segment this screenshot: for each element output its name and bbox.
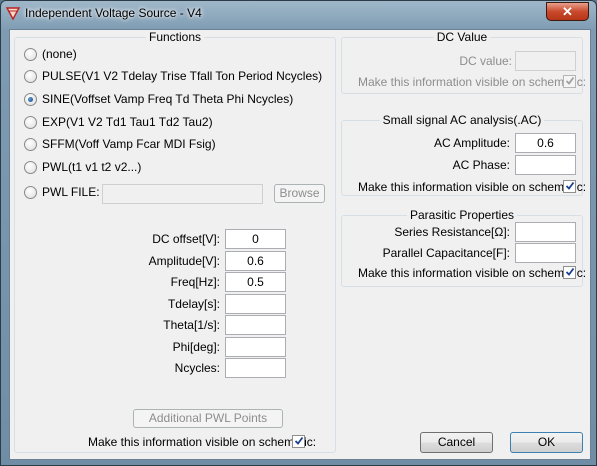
dc-visible-checkbox[interactable] — [563, 75, 576, 88]
radio-label: (none) — [42, 47, 77, 61]
title-bar[interactable]: Independent Voltage Source - V4 ✕ — [1, 1, 596, 27]
series-resistance-input[interactable] — [515, 222, 576, 242]
radio-label: PULSE(V1 V2 Tdelay Trise Tfall Ton Perio… — [42, 69, 323, 83]
parasitic-visible-checkbox[interactable] — [563, 266, 576, 279]
ac-visible-label: Make this information visible on schemat… — [358, 180, 587, 194]
radio-button[interactable] — [24, 69, 37, 83]
param-label: Ncycles: — [174, 361, 220, 375]
parallel-capacitance-input[interactable] — [515, 243, 576, 263]
radio-button[interactable] — [24, 47, 37, 61]
radio-option[interactable]: PULSE(V1 V2 Tdelay Trise Tfall Ton Perio… — [24, 67, 322, 85]
browse-button[interactable]: Browse — [274, 184, 325, 203]
radio-label: PWL(t1 v1 t2 v2...) — [42, 160, 142, 174]
dc-value-label: DC value: — [459, 54, 512, 68]
ac-visible-checkbox[interactable] — [563, 180, 576, 193]
radio-option[interactable]: EXP(V1 V2 Td1 Tau1 Td2 Tau2) — [24, 113, 213, 131]
ac-legend: Small signal AC analysis(.AC) — [379, 113, 545, 127]
checkmark-icon — [565, 76, 575, 85]
radio-label: EXP(V1 V2 Td1 Tau1 Td2 Tau2) — [42, 115, 213, 129]
checkmark-icon — [294, 436, 304, 445]
parasitic-visible-label: Make this information visible on schemat… — [358, 266, 587, 280]
param-input[interactable] — [225, 294, 286, 314]
cancel-button[interactable]: Cancel — [420, 432, 493, 453]
app-logo-icon — [5, 7, 21, 21]
parasitic-legend: Parasitic Properties — [406, 208, 518, 222]
radio-label: PWL FILE: — [42, 185, 100, 199]
checkmark-icon — [565, 181, 575, 190]
pwl-file-input[interactable] — [102, 184, 263, 204]
param-input[interactable]: 0.5 — [225, 272, 286, 292]
param-input[interactable] — [225, 337, 286, 357]
radio-option[interactable]: PWL FILE: — [24, 183, 100, 201]
ac-phase-label: AC Phase: — [452, 158, 510, 172]
param-label: Tdelay[s]: — [167, 297, 220, 311]
radio-button[interactable] — [24, 92, 37, 106]
param-input[interactable] — [225, 358, 286, 378]
ac-phase-input[interactable] — [515, 155, 576, 175]
radio-button[interactable] — [24, 160, 37, 174]
radio-option[interactable]: SINE(Voffset Vamp Freq Td Theta Phi Ncyc… — [24, 90, 293, 108]
dialog-body: Functions Browse Additional PWL Points M… — [9, 29, 591, 460]
radio-label: SFFM(Voff Vamp Fcar MDI Fsig) — [42, 137, 216, 151]
radio-button[interactable] — [24, 137, 37, 151]
window-title: Independent Voltage Source - V4 — [25, 6, 202, 20]
param-label: Freq[Hz]: — [170, 275, 220, 289]
radio-option[interactable]: SFFM(Voff Vamp Fcar MDI Fsig) — [24, 135, 216, 153]
functions-visible-label: Make this information visible on schemat… — [88, 435, 317, 449]
param-input[interactable] — [225, 315, 286, 335]
ac-amplitude-label: AC Amplitude: — [433, 136, 510, 150]
ac-amplitude-input[interactable]: 0.6 — [515, 133, 576, 153]
checkmark-icon — [565, 267, 575, 276]
radio-label: SINE(Voffset Vamp Freq Td Theta Phi Ncyc… — [42, 92, 294, 106]
dialog-window: Independent Voltage Source - V4 ✕ Functi… — [0, 0, 597, 466]
param-label: Theta[1/s]: — [163, 318, 220, 332]
radio-button[interactable] — [24, 185, 37, 199]
functions-legend: Functions — [145, 30, 205, 44]
param-label: DC offset[V]: — [152, 232, 220, 246]
param-input[interactable]: 0.6 — [225, 251, 286, 271]
radio-option[interactable]: PWL(t1 v1 t2 v2...) — [24, 158, 141, 176]
dc-value-input[interactable] — [515, 51, 576, 71]
parallel-capacitance-label: Parallel Capacitance[F]: — [382, 246, 510, 260]
param-input[interactable]: 0 — [225, 229, 286, 249]
param-label: Amplitude[V]: — [148, 254, 220, 268]
dc-value-legend: DC Value — [433, 30, 491, 44]
param-label: Phi[deg]: — [172, 340, 220, 354]
close-button[interactable]: ✕ — [546, 2, 589, 21]
dc-visible-label: Make this information visible on schemat… — [358, 75, 587, 89]
radio-button[interactable] — [24, 115, 37, 129]
additional-pwl-points-button[interactable]: Additional PWL Points — [133, 409, 283, 428]
radio-option[interactable]: (none) — [24, 45, 77, 63]
ok-button[interactable]: OK — [510, 432, 583, 453]
functions-visible-checkbox[interactable] — [292, 435, 305, 448]
series-resistance-label: Series Resistance[Ω]: — [394, 225, 510, 239]
